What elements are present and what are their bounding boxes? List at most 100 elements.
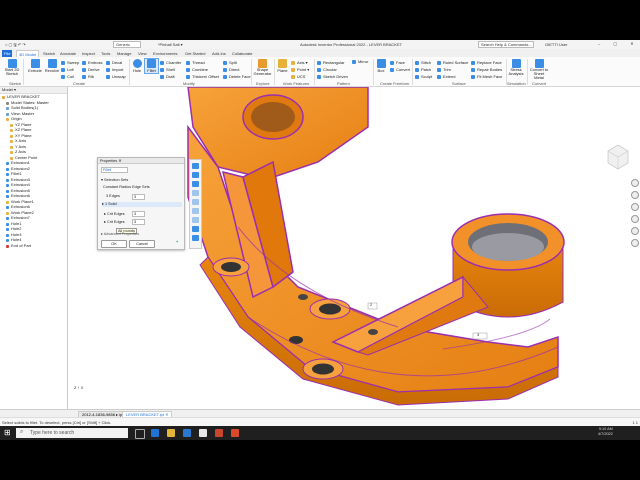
import-button[interactable]: Import xyxy=(106,66,126,73)
tab-annotate[interactable]: Annotate xyxy=(58,50,78,57)
radius-field[interactable]: 3 xyxy=(132,194,145,200)
tab-file[interactable]: File xyxy=(2,50,13,57)
rib-button[interactable]: Rib xyxy=(82,73,102,80)
look-at-icon[interactable] xyxy=(631,227,639,235)
shape-generator-button[interactable]: Shape Generator xyxy=(253,59,272,76)
set2-radius-field[interactable]: 3 xyxy=(132,211,145,217)
pan-icon[interactable] xyxy=(631,191,639,199)
sweep-button[interactable]: Sweep xyxy=(61,59,79,66)
file-explorer-icon[interactable] xyxy=(167,429,175,437)
taskbar-search-input[interactable]: Type here to search xyxy=(16,428,128,438)
direct-button[interactable]: Direct xyxy=(223,66,251,73)
all-fillets-icon[interactable] xyxy=(192,208,199,214)
hole-button[interactable]: Hole xyxy=(131,59,143,73)
windows-start-icon[interactable]: ⊞ xyxy=(4,428,11,437)
edge-fillet-icon[interactable] xyxy=(192,163,199,169)
sketch-driven-pattern-button[interactable]: Sketch Driven xyxy=(317,73,348,80)
delete-face-button[interactable]: Delete Face xyxy=(223,73,251,80)
task-view-icon[interactable] xyxy=(135,429,145,439)
convert-sheet-metal-button[interactable]: Convert to Sheet Metal xyxy=(529,59,549,80)
extend-button[interactable]: Extend xyxy=(437,73,468,80)
repair-bodies-button[interactable]: Repair Bodies xyxy=(471,66,502,73)
corner-setback-icon[interactable] xyxy=(192,181,199,187)
replace-face-button[interactable]: Replace Face xyxy=(471,59,502,66)
split-button[interactable]: Split xyxy=(223,59,251,66)
tab-get-started[interactable]: Get Started xyxy=(183,50,207,57)
customize-icon[interactable] xyxy=(631,239,639,247)
browser-item[interactable]: End of Part xyxy=(0,243,67,249)
axis-button[interactable]: Axis ▾ xyxy=(291,59,309,66)
help-search-input[interactable]: Search Help & Commands... xyxy=(478,41,534,48)
user-account[interactable]: GIETTI User xyxy=(545,42,567,47)
chamfer-button[interactable]: Chamfer xyxy=(160,59,181,66)
zoom-icon[interactable] xyxy=(631,203,639,211)
combine-button[interactable]: Combine xyxy=(186,66,219,73)
thicken-offset-button[interactable]: Thicken/ Offset xyxy=(186,73,219,80)
patch-button[interactable]: Patch xyxy=(415,66,432,73)
tab-manage[interactable]: Manage xyxy=(115,50,133,57)
coil-button[interactable]: Coil xyxy=(61,73,79,80)
tab-collaborate[interactable]: Collaborate xyxy=(230,50,254,57)
fit-mesh-face-button[interactable]: Fit Mesh Face xyxy=(471,73,502,80)
revolve-button[interactable]: Revolve xyxy=(44,59,60,73)
thread-button[interactable]: Thread xyxy=(186,59,219,66)
cancel-button[interactable]: Cancel xyxy=(129,240,155,248)
ruled-surface-button[interactable]: Ruled Surface xyxy=(437,59,468,66)
loft-button[interactable]: Loft xyxy=(61,66,79,73)
edge-browser-icon[interactable] xyxy=(151,429,159,437)
selection-set-row-3[interactable]: ▸ Crit Edges xyxy=(104,219,125,224)
tab-sketch[interactable]: Sketch xyxy=(41,50,57,57)
window-controls[interactable]: – ▢ ✕ xyxy=(598,41,640,46)
dimension-value-1[interactable]: 2 xyxy=(370,302,372,307)
unwrap-button[interactable]: Unwrap xyxy=(106,73,126,80)
ok-button[interactable]: OK xyxy=(101,240,127,248)
tab-environments[interactable]: Environments xyxy=(151,50,179,57)
solid-select-icon[interactable] xyxy=(192,226,199,232)
convert-button[interactable]: Convert xyxy=(390,66,410,73)
browser-header[interactable]: Model ▾ xyxy=(0,87,67,94)
ucs-button[interactable]: UCS xyxy=(291,73,309,80)
stress-analysis-button[interactable]: Stress Analysis xyxy=(508,59,524,76)
face-button[interactable]: Face xyxy=(390,59,410,66)
point-button[interactable]: Point ▾ xyxy=(291,66,309,73)
recorder-icon[interactable] xyxy=(231,429,239,437)
decal-button[interactable]: Decal xyxy=(106,59,126,66)
face-fillet-icon[interactable] xyxy=(192,190,199,196)
start-sketch-button[interactable]: Start 2D Sketch xyxy=(4,59,20,76)
project-selector[interactable]: Generic xyxy=(113,41,142,48)
mail-icon[interactable] xyxy=(183,429,191,437)
full-round-icon[interactable] xyxy=(192,199,199,205)
tab-add-ins[interactable]: Add-Ins xyxy=(210,50,228,57)
stitch-button[interactable]: Stitch xyxy=(415,59,432,66)
selection-set-row-1[interactable]: ▸ 1 Solid xyxy=(102,202,182,207)
optimize-icon[interactable] xyxy=(192,235,199,241)
circular-pattern-button[interactable]: Circular xyxy=(317,66,348,73)
mirror-button[interactable]: Mirror xyxy=(352,59,368,64)
fillet-button[interactable]: Fillet xyxy=(144,58,159,74)
plane-button[interactable]: Plane xyxy=(276,59,289,73)
emboss-button[interactable]: Emboss xyxy=(82,59,102,66)
file-state-menu[interactable]: *Pinball Salt ▾ xyxy=(158,42,183,47)
shell-button[interactable]: Shell xyxy=(160,66,181,73)
draft-button[interactable]: Draft xyxy=(160,73,181,80)
tab-tools[interactable]: Tools xyxy=(99,50,112,57)
extrude-button[interactable]: Extrude xyxy=(27,59,43,73)
sculpt-button[interactable]: Sculpt xyxy=(415,73,432,80)
box-button[interactable]: Box xyxy=(375,59,387,73)
tab-view[interactable]: View xyxy=(136,50,149,57)
quick-access-toolbar[interactable]: ⌂ ▢ 🖫 ↶ ↷ xyxy=(5,42,26,49)
variable-fillet-icon[interactable] xyxy=(192,172,199,178)
selection-set-row-2[interactable]: ▸ Crit Edges xyxy=(104,211,125,216)
set3-radius-field[interactable]: 3 xyxy=(132,219,145,225)
derive-button[interactable]: Derive xyxy=(82,66,102,73)
all-rounds-icon[interactable] xyxy=(192,217,199,223)
taskbar-clock[interactable]: 9:10 AM 4/7/2022 xyxy=(598,427,613,437)
fillet-name-field[interactable]: Fillet xyxy=(101,167,128,173)
tab-inspect[interactable]: Inspect xyxy=(80,50,97,57)
add-set-button[interactable]: + xyxy=(176,240,178,244)
steering-wheel-icon[interactable] xyxy=(631,179,639,187)
rectangular-pattern-button[interactable]: Rectangular xyxy=(317,59,348,66)
trim-button[interactable]: Trim xyxy=(437,66,468,73)
orbit-icon[interactable] xyxy=(631,215,639,223)
inventor-taskbar-icon[interactable] xyxy=(199,429,207,437)
